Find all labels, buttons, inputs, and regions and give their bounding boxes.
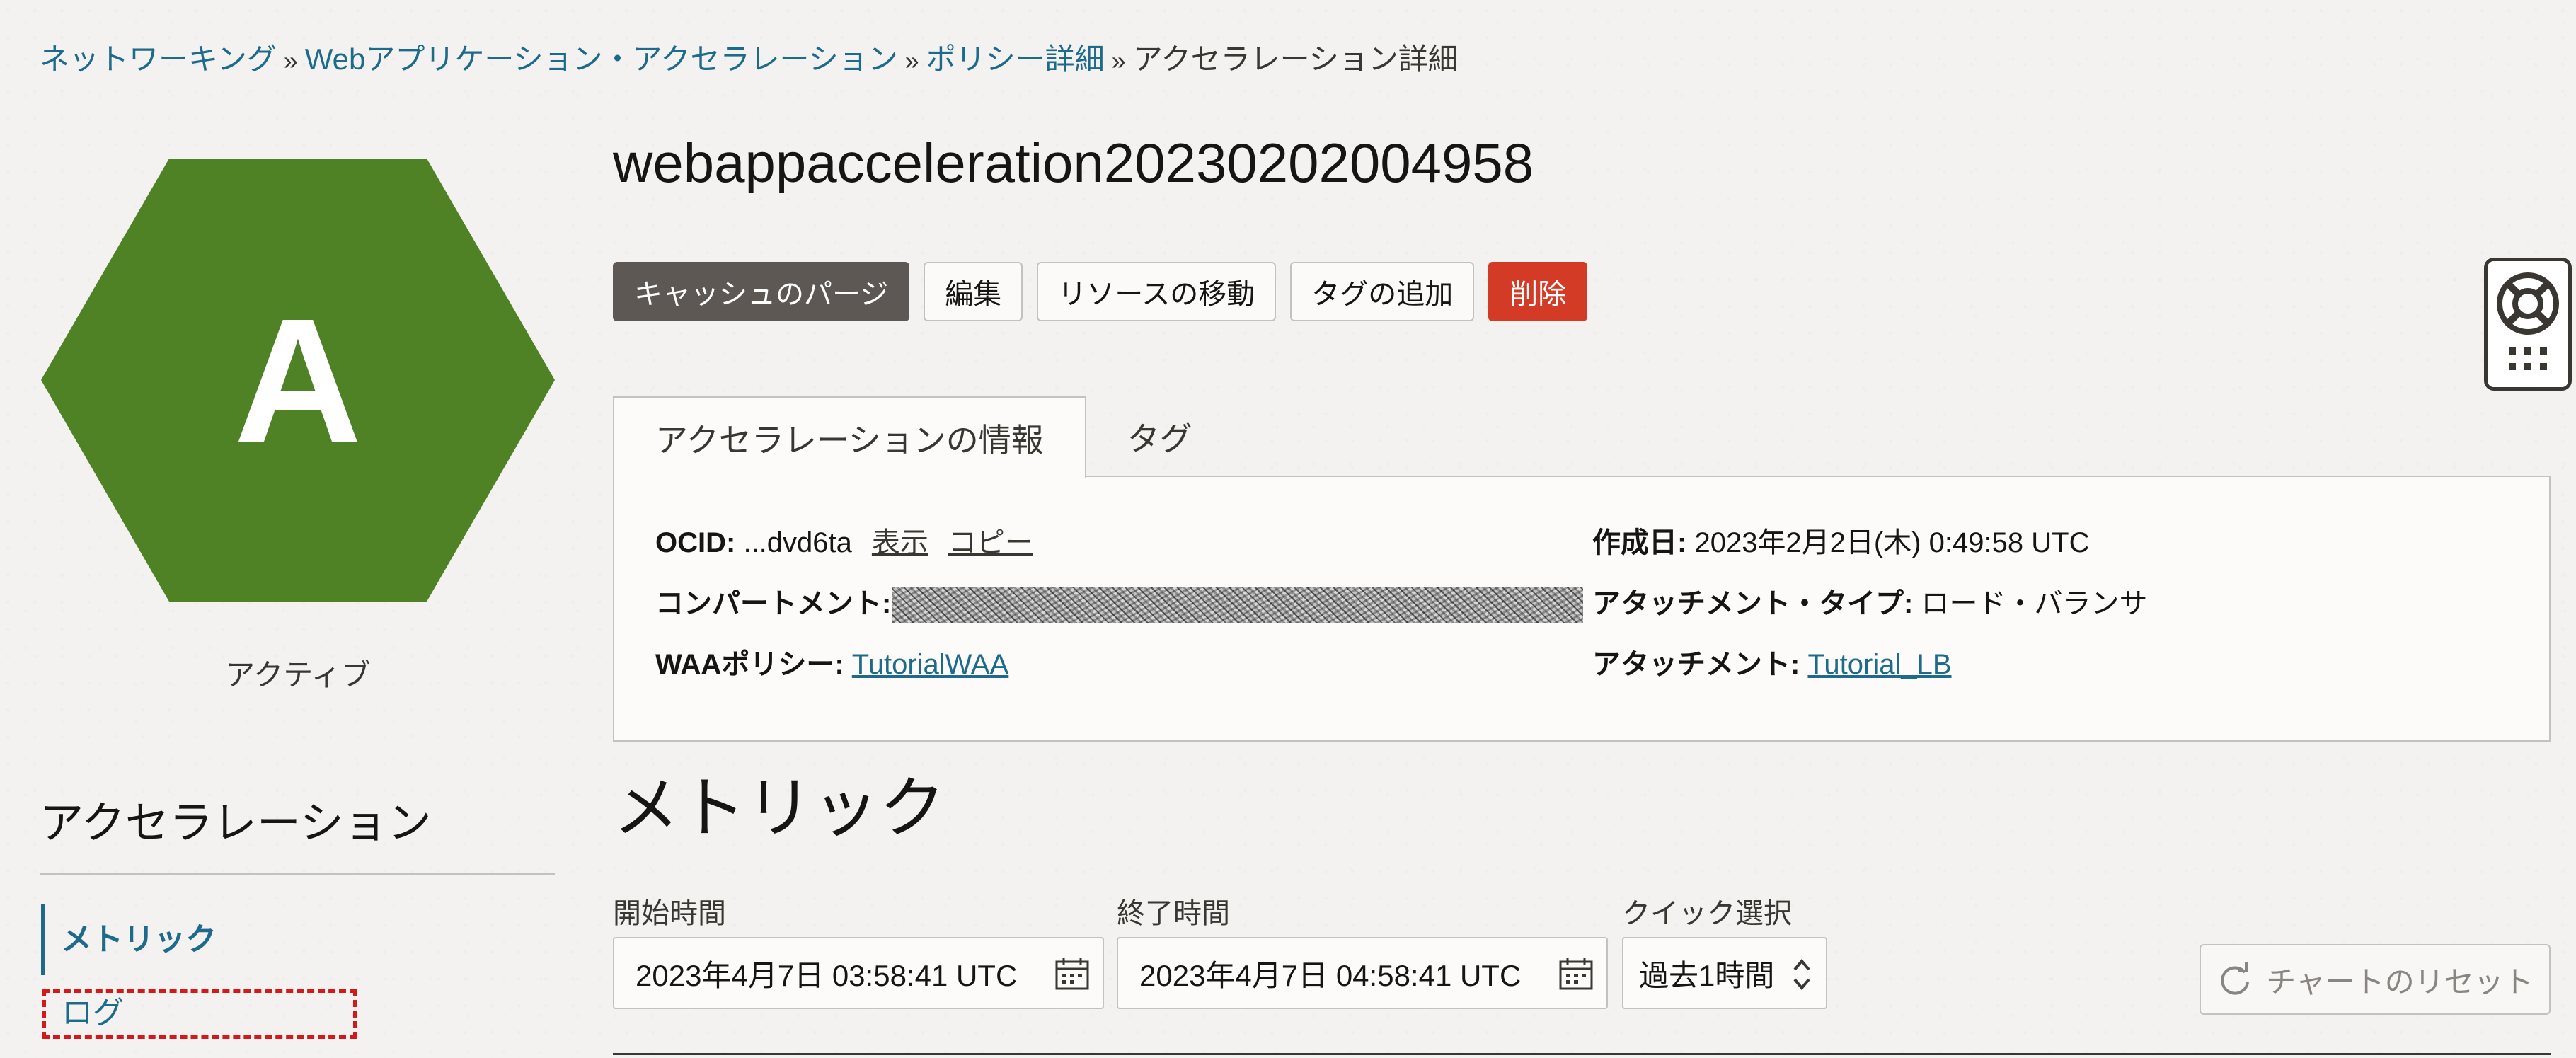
- created-key: 作成日:: [1592, 527, 1687, 558]
- breadcrumb-separator: »: [283, 46, 298, 75]
- attachment-type-key: アタッチメント・タイプ:: [1592, 588, 1914, 619]
- start-time-label: 開始時間: [613, 898, 726, 929]
- resource-status-hexagon-icon: A: [41, 159, 555, 602]
- tab-tags[interactable]: タグ: [1086, 396, 1234, 477]
- ocid-show-link[interactable]: 表示: [872, 527, 928, 558]
- details-tabs: アクセラレーションの情報 タグ: [613, 396, 1234, 478]
- end-time-label: 終了時間: [1117, 898, 1230, 929]
- compartment-row: コンパートメント:: [655, 585, 1584, 623]
- apps-grid-icon: [2509, 347, 2547, 370]
- calendar-icon[interactable]: [1558, 957, 1594, 991]
- breadcrumb-current: アクセラレーション詳細: [1132, 42, 1458, 76]
- add-tag-button[interactable]: タグの追加: [1290, 262, 1475, 321]
- help-widget[interactable]: [2484, 258, 2572, 391]
- ocid-value: ...dvd6ta: [743, 527, 852, 558]
- delete-button[interactable]: 削除: [1488, 262, 1588, 321]
- attachment-type-row: アタッチメント・タイプ: ロード・バランサ: [1592, 585, 2147, 623]
- start-time-value: 2023年4月7日 03:58:41 UTC: [636, 958, 1018, 992]
- quick-select-label: クイック選択: [1622, 898, 1792, 929]
- ocid-copy-link[interactable]: コピー: [948, 527, 1033, 558]
- attachment-key: アタッチメント:: [1592, 649, 1800, 680]
- page-title: webappacceleration20230202004958: [613, 132, 1534, 194]
- move-resource-button[interactable]: リソースの移動: [1037, 262, 1277, 321]
- refresh-icon: [2221, 962, 2250, 995]
- nav-item-logs[interactable]: ログ: [42, 989, 357, 1039]
- start-time-input[interactable]: 2023年4月7日 03:58:41 UTC: [613, 937, 1104, 1009]
- reset-chart-label: チャートのリセット: [2266, 965, 2534, 999]
- breadcrumb-waa[interactable]: Webアプリケーション・アクセラレーション: [305, 42, 898, 76]
- quick-select-value: 過去1時間: [1639, 958, 1775, 992]
- resources-nav-title: アクセラレーション: [40, 799, 432, 848]
- acceleration-info-panel: OCID: ...dvd6ta 表示 コピー コンパートメント: WAAポリシー: …: [613, 476, 2551, 742]
- attachment-link[interactable]: Tutorial_LB: [1807, 649, 1951, 680]
- chart-area-top-border: [613, 1053, 2551, 1055]
- breadcrumb-separator: »: [1111, 46, 1126, 75]
- breadcrumb-networking[interactable]: ネットワーキング: [40, 42, 277, 76]
- action-toolbar: キャッシュのパージ 編集 リソースの移動 タグの追加 削除: [613, 262, 1588, 321]
- compartment-redacted-value: [892, 587, 1584, 623]
- created-row: 作成日: 2023年2月2日(木) 0:49:58 UTC: [1592, 524, 2089, 562]
- ocid-key: OCID:: [655, 527, 736, 558]
- calendar-icon[interactable]: [1054, 957, 1090, 991]
- ocid-row: OCID: ...dvd6ta 表示 コピー: [655, 524, 1033, 562]
- metrics-heading: メトリック: [613, 771, 946, 845]
- created-value: 2023年2月2日(木) 0:49:58 UTC: [1694, 527, 2090, 558]
- attachment-row: アタッチメント: Tutorial_LB: [1592, 645, 1952, 684]
- waa-policy-link[interactable]: TutorialWAA: [852, 649, 1009, 680]
- compartment-key: コンパートメント:: [655, 588, 892, 619]
- breadcrumb-policy-details[interactable]: ポリシー詳細: [926, 42, 1105, 76]
- updown-chevron-icon: [1793, 958, 1810, 991]
- lifebuoy-icon: [2497, 272, 2559, 335]
- resource-status-label: アクティブ: [225, 658, 371, 691]
- purge-cache-button[interactable]: キャッシュのパージ: [613, 262, 910, 321]
- nav-item-metrics[interactable]: メトリック: [41, 904, 217, 975]
- edit-button[interactable]: 編集: [924, 262, 1023, 321]
- tab-acceleration-info[interactable]: アクセラレーションの情報: [613, 396, 1086, 478]
- attachment-type-value: ロード・バランサ: [1921, 588, 2148, 619]
- quick-select-dropdown[interactable]: 過去1時間: [1622, 937, 1827, 1009]
- end-time-input[interactable]: 2023年4月7日 04:58:41 UTC: [1117, 937, 1608, 1009]
- waa-policy-row: WAAポリシー: TutorialWAA: [655, 645, 1008, 684]
- waa-policy-key: WAAポリシー:: [655, 649, 844, 680]
- breadcrumb: ネットワーキング» Webアプリケーション・アクセラレーション» ポリシー詳細» アク…: [40, 40, 1458, 81]
- nav-divider: [40, 873, 555, 875]
- breadcrumb-separator: »: [904, 46, 919, 75]
- end-time-value: 2023年4月7日 04:58:41 UTC: [1139, 958, 1522, 992]
- resource-icon-letter: A: [234, 282, 362, 479]
- reset-chart-button[interactable]: チャートのリセット: [2200, 944, 2551, 1015]
